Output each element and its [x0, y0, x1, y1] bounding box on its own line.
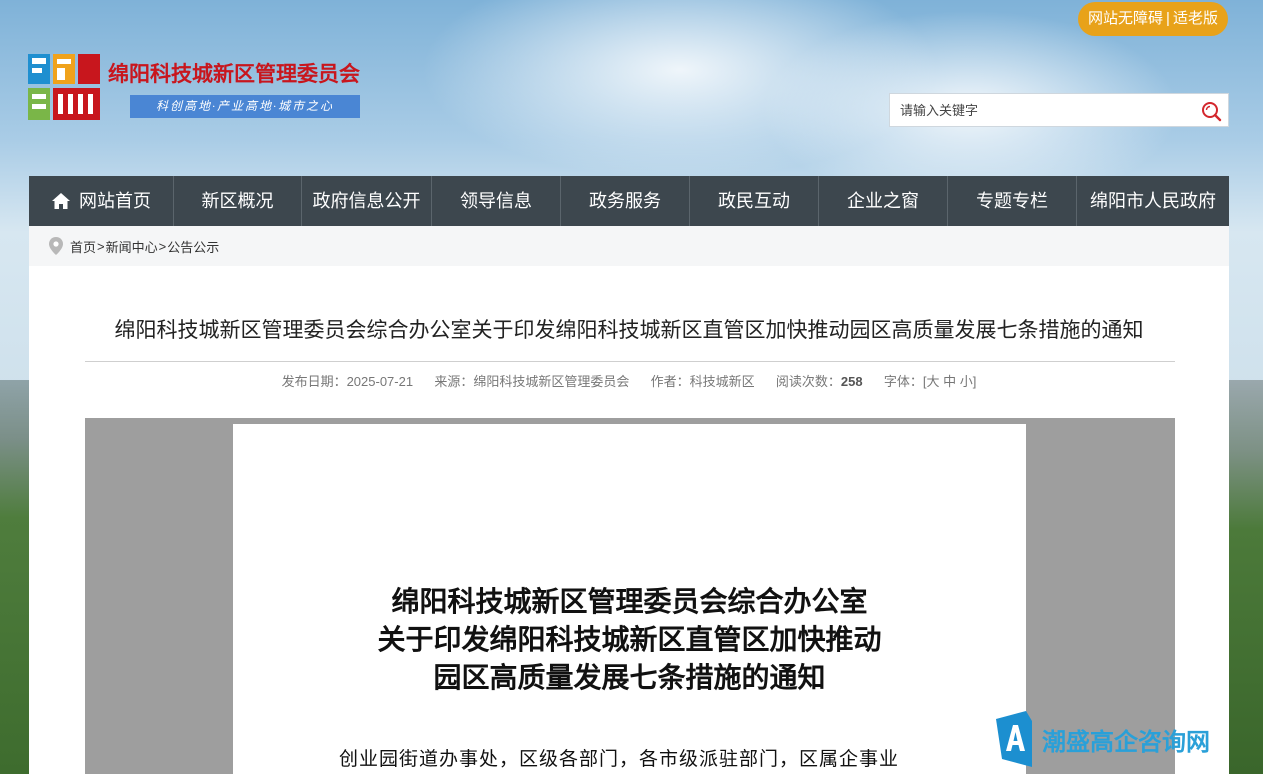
- accessibility-divider: |: [1166, 10, 1170, 27]
- search-icon[interactable]: [1200, 100, 1222, 122]
- location-pin-icon: [49, 237, 63, 255]
- nav-item-label: 专题专栏: [976, 191, 1048, 211]
- nav-item-city-gov[interactable]: 绵阳市人民政府: [1077, 176, 1229, 226]
- document-title-line: 园区高质量发展七条措施的通知: [433, 663, 826, 694]
- search-input[interactable]: [890, 94, 1180, 126]
- nav-item-topics[interactable]: 专题专栏: [948, 176, 1077, 226]
- source-label: 来源：: [434, 374, 474, 389]
- main-nav: 网站首页 新区概况 政府信息公开 领导信息 政务服务 政民互动 企业之窗 专题专…: [29, 176, 1229, 226]
- nav-item-leaders[interactable]: 领导信息: [432, 176, 561, 226]
- breadcrumb-home[interactable]: 首页: [70, 237, 96, 256]
- font-size-label: 字体：: [883, 374, 923, 389]
- nav-item-services[interactable]: 政务服务: [561, 176, 690, 226]
- nav-item-label: 政民互动: [718, 191, 790, 211]
- nav-item-label: 新区概况: [201, 191, 274, 211]
- site-title[interactable]: 绵阳科技城新区管理委员会: [108, 58, 360, 88]
- nav-item-overview[interactable]: 新区概况: [174, 176, 302, 226]
- breadcrumb: 首页 > 新闻中心 > 公告公示: [29, 226, 1229, 266]
- search-box: [889, 93, 1229, 127]
- article-author: 科技城新区: [689, 374, 755, 389]
- document-title: 绵阳科技城新区管理委员会综合办公室 关于印发绵阳科技城新区直管区加快推动 园区高…: [233, 584, 1026, 698]
- document-body: 创业园街道办事处，区级各部门，各市级派驻部门，区属企事业: [339, 749, 900, 770]
- publish-date: 2025-07-21: [346, 374, 414, 389]
- content-panel: 首页 > 新闻中心 > 公告公示 绵阳科技城新区管理委员会综合办公室关于印发绵阳…: [29, 226, 1229, 774]
- background-scenery-right: [1229, 380, 1263, 774]
- document-title-line: 绵阳科技城新区管理委员会综合办公室: [391, 587, 868, 618]
- accessibility-toggle: 网站无障碍 | 适老版: [1078, 2, 1228, 36]
- article-source: 绵阳科技城新区管理委员会: [473, 374, 630, 389]
- nav-item-home[interactable]: 网站首页: [29, 176, 174, 226]
- reads-label: 阅读次数：: [775, 374, 841, 389]
- read-count: 258: [840, 374, 863, 389]
- article-meta: 发布日期：2025-07-21 来源：绵阳科技城新区管理委员会 作者：科技城新区…: [29, 371, 1229, 390]
- nav-item-gov-info[interactable]: 政府信息公开: [302, 176, 432, 226]
- nav-item-label: 绵阳市人民政府: [1090, 191, 1216, 211]
- watermark: 潮盛高企咨询网: [996, 711, 1210, 767]
- font-size-small[interactable]: 小: [960, 374, 973, 389]
- nav-item-label: 网站首页: [79, 191, 151, 211]
- breadcrumb-news[interactable]: 新闻中心: [106, 237, 158, 256]
- watermark-logo-icon: [996, 711, 1032, 767]
- site-slogan: 科创高地·产业高地·城市之心: [130, 95, 360, 118]
- document-page: 绵阳科技城新区管理委员会综合办公室 关于印发绵阳科技城新区直管区加快推动 园区高…: [233, 424, 1026, 774]
- font-size-medium[interactable]: 中: [943, 374, 956, 389]
- breadcrumb-separator: >: [97, 238, 105, 254]
- breadcrumb-separator: >: [158, 238, 167, 254]
- article-title: 绵阳科技城新区管理委员会综合办公室关于印发绵阳科技城新区直管区加快推动园区高质量…: [114, 319, 1144, 342]
- sgm-logo-icon[interactable]: [28, 54, 100, 120]
- nav-item-label: 领导信息: [460, 191, 532, 211]
- date-label: 发布日期：: [281, 374, 347, 389]
- document-title-line: 关于印发绵阳科技城新区直管区加快推动: [377, 625, 882, 656]
- nav-item-label: 企业之窗: [847, 191, 919, 211]
- nav-item-interaction[interactable]: 政民互动: [690, 176, 819, 226]
- home-icon: [52, 193, 70, 209]
- accessibility-link[interactable]: 网站无障碍: [1088, 2, 1163, 36]
- background-scenery-left: [0, 380, 30, 774]
- author-label: 作者：: [650, 374, 690, 389]
- font-size-bracket: ]: [972, 374, 977, 389]
- nav-item-enterprise[interactable]: 企业之窗: [819, 176, 948, 226]
- watermark-text: 潮盛高企咨询网: [1042, 729, 1210, 756]
- breadcrumb-current[interactable]: 公告公示: [167, 237, 219, 256]
- elderly-mode-link[interactable]: 适老版: [1173, 2, 1218, 36]
- nav-item-label: 政府信息公开: [312, 191, 421, 211]
- title-divider: [85, 361, 1175, 362]
- nav-item-label: 政务服务: [589, 191, 661, 211]
- font-size-large[interactable]: 大: [927, 374, 940, 389]
